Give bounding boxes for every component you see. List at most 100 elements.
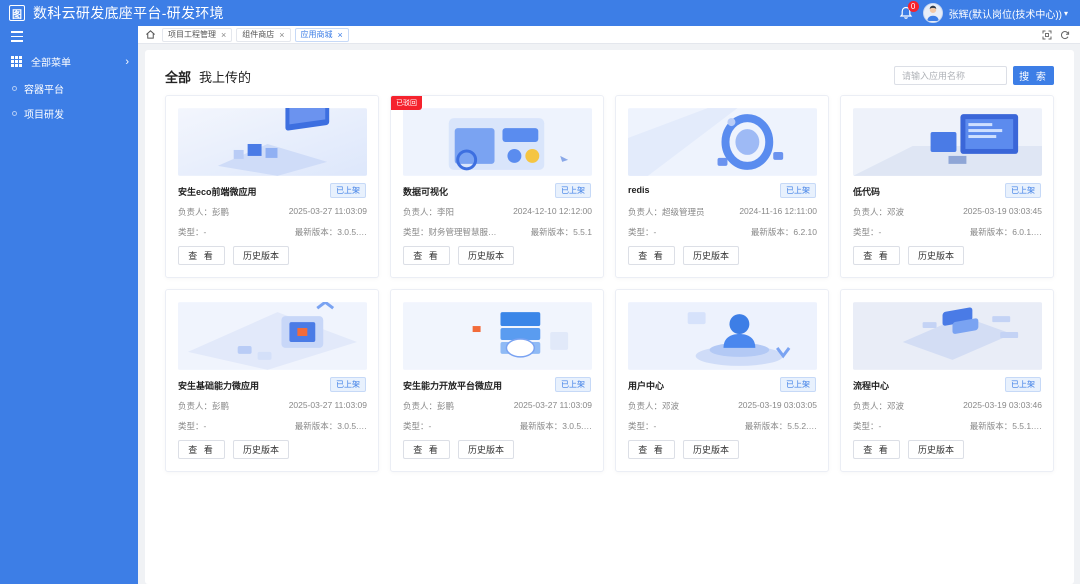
app-title: 低代码 — [853, 187, 881, 197]
sidebar-item-container-platform[interactable]: 容器平台 — [12, 81, 64, 96]
app-updated-time: 2025-03-19 03:03:05 — [738, 400, 817, 410]
app-card[interactable]: 低代码 已上架 负责人：邓波 2025-03-19 03:03:45 类型：- … — [840, 95, 1054, 278]
chevron-down-icon[interactable]: ▾ — [1064, 9, 1068, 18]
app-updated-time: 2024-11-16 12:11:00 — [739, 206, 817, 216]
search-button[interactable]: 搜 索 — [1013, 66, 1054, 85]
top-header: 图 数科云研发底座平台-研发环境 0 张辉(默认岗位(技术中心)) ▾ — [0, 0, 1080, 26]
app-type: 类型：- — [628, 227, 657, 237]
app-updated-time: 2025-03-27 11:03:09 — [513, 400, 592, 410]
grid-icon — [11, 56, 22, 67]
app-card[interactable]: 安生能力开放平台微应用 已上架 负责人：彭鹏 2025-03-27 11:03:… — [390, 289, 604, 472]
app-owner: 负责人：彭鹏 — [178, 401, 230, 411]
app-owner: 负责人：彭鹏 — [403, 401, 455, 411]
sidebar-all-menu[interactable]: 全部菜单 › — [11, 54, 129, 69]
user-name[interactable]: 张辉(默认岗位(技术中心)) — [949, 6, 1062, 21]
status-badge: 已上架 — [330, 183, 366, 198]
app-card[interactable]: 用户中心 已上架 负责人：邓波 2025-03-19 03:03:05 类型：-… — [615, 289, 829, 472]
app-latest-version: 最新版本：5.5.2.… — [744, 421, 817, 431]
app-latest-version: 最新版本：5.5.1 — [530, 227, 592, 237]
tab-component-store[interactable]: 组件商店 × — [236, 27, 291, 42]
view-button[interactable]: 查 看 — [178, 246, 225, 265]
monitor-illustration — [853, 108, 1042, 176]
history-versions-button[interactable]: 历史版本 — [233, 440, 289, 459]
view-button[interactable]: 查 看 — [178, 440, 225, 459]
status-badge: 已上架 — [555, 183, 591, 198]
filter-tab-my-uploads[interactable]: 我上传的 — [199, 67, 251, 86]
menu-toggle-icon[interactable] — [11, 31, 23, 45]
history-versions-button[interactable]: 历史版本 — [908, 440, 964, 459]
history-versions-button[interactable]: 历史版本 — [683, 440, 739, 459]
rejected-badge: 已驳回 — [391, 96, 422, 110]
close-icon[interactable]: × — [338, 30, 343, 40]
history-versions-button[interactable]: 历史版本 — [458, 440, 514, 459]
cloud-illustration — [403, 302, 592, 370]
history-versions-button[interactable]: 历史版本 — [458, 246, 514, 265]
app-title: 数科云研发底座平台-研发环境 — [33, 5, 224, 21]
view-button[interactable]: 查 看 — [628, 440, 675, 459]
search-input[interactable] — [894, 66, 1007, 85]
notification-badge: 0 — [907, 1, 919, 12]
app-card[interactable]: 安生eco前端微应用 已上架 负责人：彭鹏 2025-03-27 11:03:0… — [165, 95, 379, 278]
close-icon[interactable]: × — [279, 30, 284, 40]
tab-label: 组件商店 — [242, 30, 275, 39]
app-owner: 负责人：邓波 — [628, 401, 680, 411]
tab-bar: 项目工程管理 × 组件商店 × 应用商城 × — [138, 26, 1080, 44]
app-type: 类型：- — [178, 421, 207, 431]
app-card[interactable]: 流程中心 已上架 负责人：邓波 2025-03-19 03:03:46 类型：-… — [840, 289, 1054, 472]
avatar[interactable] — [922, 3, 943, 23]
app-title: 流程中心 — [853, 381, 890, 391]
app-title: 安生eco前端微应用 — [178, 187, 257, 197]
app-card[interactable]: redis 已上架 负责人：超级管理员 2024-11-16 12:11:00 … — [615, 95, 829, 278]
logo-glyph: 图 — [12, 9, 22, 21]
app-title: redis — [628, 185, 650, 195]
app-title: 数据可视化 — [403, 187, 449, 197]
dot-icon — [12, 86, 17, 91]
app-latest-version: 最新版本：5.5.1.… — [969, 421, 1042, 431]
refresh-icon[interactable] — [1060, 30, 1070, 40]
status-badge: 已上架 — [1005, 183, 1041, 198]
history-versions-button[interactable]: 历史版本 — [233, 246, 289, 265]
close-icon[interactable]: × — [221, 30, 226, 40]
app-updated-time: 2025-03-27 11:03:09 — [288, 400, 367, 410]
history-versions-button[interactable]: 历史版本 — [908, 246, 964, 265]
app-latest-version: 最新版本：3.0.5.… — [519, 421, 592, 431]
view-button[interactable]: 查 看 — [403, 246, 450, 265]
view-button[interactable]: 查 看 — [853, 246, 900, 265]
app-type: 类型：财务管理智慧服务… — [403, 227, 503, 237]
flow-illustration — [853, 302, 1042, 370]
home-icon[interactable] — [145, 29, 156, 40]
app-updated-time: 2025-03-27 11:03:09 — [288, 206, 367, 216]
app-owner: 负责人：彭鹏 — [178, 207, 230, 217]
app-store-panel: 全部 我上传的 搜 索 安生eco前端微应用 已上架 负责人：彭鹏 2025-0… — [145, 50, 1074, 584]
tab-app-store[interactable]: 应用商城 × — [294, 27, 349, 42]
view-button[interactable]: 查 看 — [853, 440, 900, 459]
server-illustration — [178, 108, 367, 176]
app-latest-version: 最新版本：3.0.5.… — [294, 421, 367, 431]
status-badge: 已上架 — [555, 377, 591, 392]
tab-label: 项目工程管理 — [168, 30, 216, 39]
app-logo[interactable]: 图 — [9, 5, 25, 21]
history-versions-button[interactable]: 历史版本 — [683, 246, 739, 265]
status-badge: 已上架 — [330, 377, 366, 392]
user-illustration — [628, 302, 817, 370]
app-owner: 负责人：李阳 — [403, 207, 455, 217]
app-type: 类型：- — [853, 227, 882, 237]
app-card[interactable]: 安生基础能力微应用 已上架 负责人：彭鹏 2025-03-27 11:03:09… — [165, 289, 379, 472]
app-latest-version: 最新版本：6.2.10 — [750, 227, 817, 237]
status-badge: 已上架 — [780, 377, 816, 392]
sidebar-item-project-dev[interactable]: 项目研发 — [12, 106, 64, 121]
app-card[interactable]: 数据可视化 已上架 负责人：李阳 2024-12-10 12:12:00 类型：… — [390, 95, 604, 278]
fullscreen-icon[interactable] — [1042, 30, 1052, 40]
view-button[interactable]: 查 看 — [403, 440, 450, 459]
app-type: 类型：- — [403, 421, 432, 431]
app-latest-version: 最新版本：6.0.1.… — [969, 227, 1042, 237]
app-title: 安生基础能力微应用 — [178, 381, 260, 391]
app-owner: 负责人：邓波 — [853, 401, 905, 411]
filter-tab-all[interactable]: 全部 — [165, 67, 191, 86]
bell-icon[interactable]: 0 — [899, 1, 919, 20]
view-button[interactable]: 查 看 — [628, 246, 675, 265]
app-latest-version: 最新版本：3.0.5.… — [294, 227, 367, 237]
app-type: 类型：- — [178, 227, 207, 237]
app-title: 安生能力开放平台微应用 — [403, 381, 503, 391]
tab-project-management[interactable]: 项目工程管理 × — [162, 27, 233, 42]
